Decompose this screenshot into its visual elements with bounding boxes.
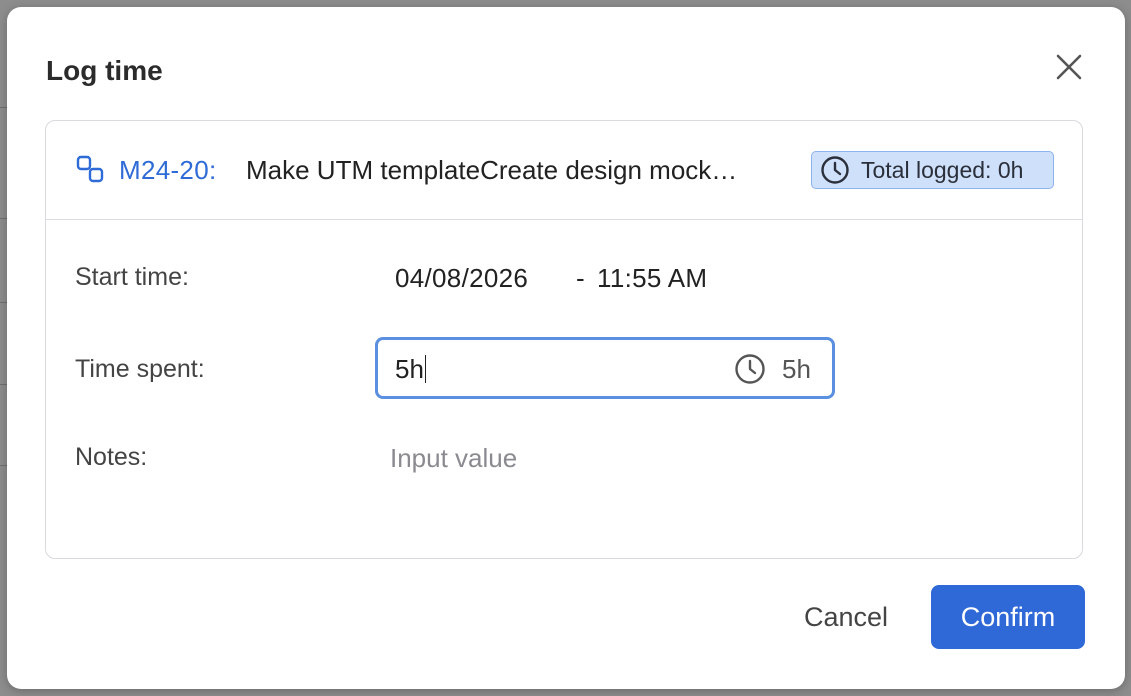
start-time-label: Start time: [75,263,189,291]
task-header: M24-20: Make UTM templateCreate design m… [46,121,1082,220]
time-spent-input[interactable]: 5h 5h [375,337,835,399]
task-title: Make UTM templateCreate design mock… [246,155,738,185]
dialog-title: Log time [46,55,163,86]
notes-label: Notes: [75,443,148,471]
start-time-value[interactable]: 11:55 AM [597,263,707,294]
start-date-value[interactable]: 04/08/2026 [395,263,528,294]
confirm-button[interactable]: Confirm [931,585,1085,649]
subtask-icon [76,155,104,183]
clock-icon [821,156,849,184]
log-time-dialog: Log time M24-20: Make UTM templateCreate… [7,7,1125,689]
close-button[interactable] [1047,45,1091,89]
clock-icon [735,354,765,384]
close-icon [1056,54,1082,80]
total-logged-badge: Total logged: 0h [811,151,1054,189]
time-spent-suffix: 5h [782,354,811,384]
cancel-button[interactable]: Cancel [786,585,906,649]
log-time-card: M24-20: Make UTM templateCreate design m… [45,120,1083,559]
time-spent-value: 5h [395,354,427,385]
time-spent-text: 5h [395,354,424,384]
text-caret [424,355,427,383]
time-spent-label: Time spent: [75,355,205,383]
task-key-link[interactable]: M24-20: [119,155,216,186]
start-separator: - [576,263,585,293]
total-logged-label: Total logged: 0h [861,157,1024,183]
notes-input[interactable]: Input value [390,443,1050,474]
